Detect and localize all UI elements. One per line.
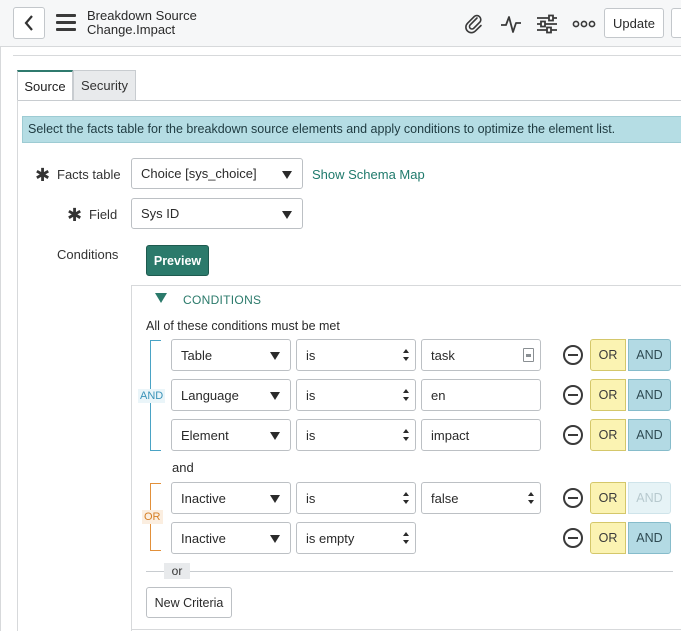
condition-value-select[interactable]: false xyxy=(421,482,541,514)
facts-table-value: Choice [sys_choice] xyxy=(141,166,257,181)
conditions-heading[interactable]: CONDITIONS xyxy=(183,293,261,307)
update-button[interactable]: Update xyxy=(604,8,664,38)
conditions-panel-border xyxy=(131,629,681,630)
updown-arrows-icon xyxy=(403,532,409,544)
form-title-record: Change.Impact xyxy=(87,22,176,37)
chevron-down-icon xyxy=(282,170,292,179)
condition-value-input[interactable]: en xyxy=(421,379,541,411)
paperclip-icon[interactable] xyxy=(462,12,486,36)
and-separator: and xyxy=(172,460,194,475)
conditions-panel-border xyxy=(131,285,132,631)
updown-arrows-icon xyxy=(403,349,409,361)
conditions-panel-border xyxy=(131,285,681,286)
condition-value-text: en xyxy=(431,387,446,403)
tab-source[interactable]: Source xyxy=(17,70,73,101)
facts-table-select[interactable]: Choice [sys_choice] xyxy=(131,158,303,189)
condition-operator-select[interactable]: is xyxy=(296,482,416,514)
form-title-type: Breakdown Source xyxy=(87,8,197,23)
field-select[interactable]: Sys ID xyxy=(131,198,303,229)
required-icon: ✱ xyxy=(67,205,83,225)
condition-value-text: task xyxy=(431,347,455,363)
condition-value-reference[interactable]: task xyxy=(421,339,541,371)
or-group-label: OR xyxy=(142,510,163,524)
condition-field-select[interactable]: Element xyxy=(171,419,291,451)
condition-field-value: Language xyxy=(181,387,239,403)
remove-condition-icon[interactable] xyxy=(563,528,583,548)
remove-condition-icon[interactable] xyxy=(563,385,583,405)
chevron-down-icon xyxy=(270,535,280,543)
or-divider xyxy=(146,571,673,572)
and-button[interactable]: AND xyxy=(628,522,671,554)
facts-table-label: Facts table xyxy=(57,167,121,182)
conditions-description: All of these conditions must be met xyxy=(146,319,340,333)
condition-operator-select[interactable]: is xyxy=(296,419,416,451)
condition-operator-value: is xyxy=(306,427,316,443)
activity-icon[interactable] xyxy=(499,12,523,36)
or-button[interactable]: OR xyxy=(590,482,626,514)
info-message: Select the facts table for the breakdown… xyxy=(22,116,681,143)
required-icon: ✱ xyxy=(35,165,51,185)
hamburger-menu-icon[interactable] xyxy=(56,14,76,32)
show-schema-map-link[interactable]: Show Schema Map xyxy=(312,167,425,182)
and-button-disabled: AND xyxy=(628,482,671,514)
or-button[interactable]: OR xyxy=(590,522,626,554)
chevron-left-icon xyxy=(24,15,33,31)
preview-button[interactable]: Preview xyxy=(146,245,209,276)
condition-field-value: Inactive xyxy=(181,490,226,506)
condition-operator-value: is xyxy=(306,387,316,403)
chevron-down-icon xyxy=(270,432,280,440)
reference-lookup-icon[interactable] xyxy=(523,348,534,362)
back-button[interactable] xyxy=(13,7,45,39)
condition-field-value: Element xyxy=(181,427,229,443)
left-border xyxy=(0,47,1,631)
remove-condition-icon[interactable] xyxy=(563,488,583,508)
conditions-label: Conditions xyxy=(57,247,119,262)
and-button[interactable]: AND xyxy=(628,379,671,411)
or-button[interactable]: OR xyxy=(590,419,626,451)
or-button[interactable]: OR xyxy=(590,379,626,411)
updown-arrows-icon xyxy=(528,492,534,504)
new-criteria-button[interactable]: New Criteria xyxy=(146,587,232,618)
condition-value-input[interactable]: impact xyxy=(421,419,541,451)
remove-condition-icon[interactable] xyxy=(563,425,583,445)
more-icon[interactable] xyxy=(572,12,596,36)
and-group-label: AND xyxy=(138,389,166,403)
section-left-border xyxy=(17,100,18,631)
condition-operator-select[interactable]: is xyxy=(296,339,416,371)
condition-field-value: Inactive xyxy=(181,530,226,546)
tab-divider xyxy=(17,100,681,101)
condition-value-text: false xyxy=(431,490,459,506)
chevron-down-icon xyxy=(270,392,280,400)
field-label: Field xyxy=(89,207,118,222)
header-divider xyxy=(13,55,681,56)
updown-arrows-icon xyxy=(403,429,409,441)
sliders-icon[interactable] xyxy=(535,12,559,36)
condition-operator-select[interactable]: is xyxy=(296,379,416,411)
condition-operator-value: is xyxy=(306,347,316,363)
or-button[interactable]: OR xyxy=(590,339,626,371)
chevron-down-icon xyxy=(270,352,280,360)
condition-value-text: impact xyxy=(431,427,470,443)
condition-operator-value: is empty xyxy=(306,530,355,546)
or-separator: or xyxy=(164,563,190,579)
overflow-button[interactable] xyxy=(671,8,681,38)
and-button[interactable]: AND xyxy=(628,339,671,371)
updown-arrows-icon xyxy=(403,492,409,504)
chevron-down-icon xyxy=(282,210,292,219)
tab-security[interactable]: Security xyxy=(73,70,136,101)
collapse-triangle-icon[interactable] xyxy=(155,293,167,303)
condition-field-select[interactable]: Inactive xyxy=(171,522,291,554)
chevron-down-icon xyxy=(270,495,280,503)
condition-field-select[interactable]: Table xyxy=(171,339,291,371)
condition-field-select[interactable]: Inactive xyxy=(171,482,291,514)
condition-operator-value: is xyxy=(306,490,316,506)
condition-operator-select[interactable]: is empty xyxy=(296,522,416,554)
condition-field-select[interactable]: Language xyxy=(171,379,291,411)
updown-arrows-icon xyxy=(403,389,409,401)
field-value: Sys ID xyxy=(141,206,180,221)
remove-condition-icon[interactable] xyxy=(563,345,583,365)
condition-field-value: Table xyxy=(181,347,213,363)
and-button[interactable]: AND xyxy=(628,419,671,451)
